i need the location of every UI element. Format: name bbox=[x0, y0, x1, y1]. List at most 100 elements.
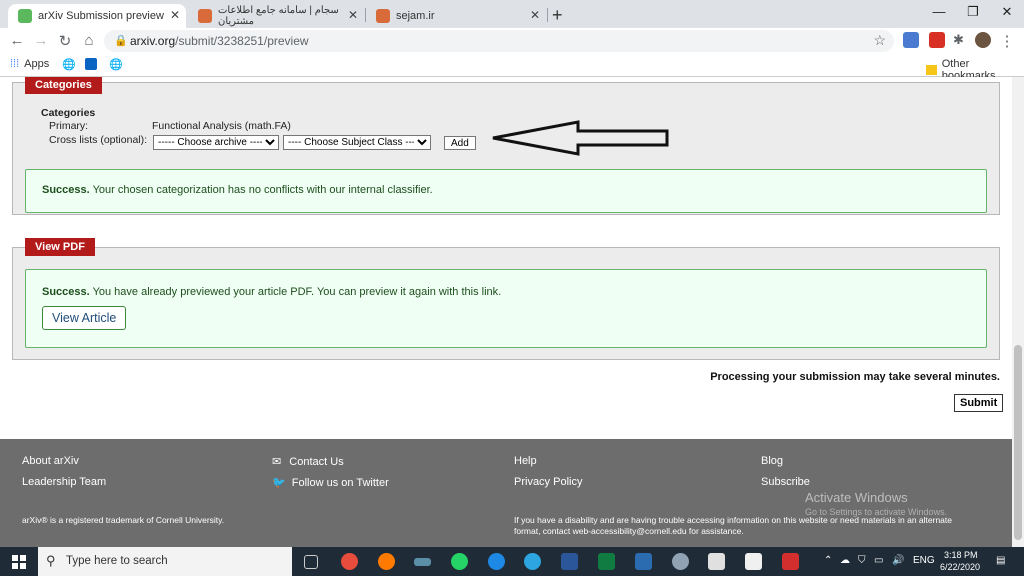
extension-mail-icon[interactable] bbox=[929, 32, 945, 48]
clock-date[interactable]: 6/22/2020 bbox=[940, 562, 980, 572]
tab-strip: arXiv Submission preview ✕ سجام | سامانه… bbox=[0, 0, 1024, 28]
word-icon[interactable] bbox=[561, 553, 578, 570]
close-window-icon[interactable]: ✕ bbox=[992, 4, 1022, 20]
bookmark-apps-label: Apps bbox=[24, 58, 50, 70]
taskbar-search-input[interactable]: ⚲ Type here to search bbox=[38, 547, 292, 576]
page-content: Categories Primary: Functional Analysis … bbox=[0, 77, 1012, 547]
defender-icon[interactable]: ⛉ bbox=[858, 555, 866, 566]
app-icon[interactable] bbox=[414, 558, 431, 566]
firefox-icon[interactable] bbox=[378, 553, 395, 570]
forward-icon[interactable]: → bbox=[32, 32, 50, 49]
address-bar[interactable]: 🔒 arxiv.org/submit/3238251/preview ☆ bbox=[104, 30, 894, 52]
network-icon[interactable]: ▭ bbox=[874, 555, 883, 566]
envelope-icon: ✉ bbox=[272, 456, 282, 468]
primary-value: Functional Analysis (math.FA) bbox=[152, 120, 291, 132]
cloud-icon[interactable]: ☁ bbox=[840, 555, 850, 566]
activate-windows-title: Activate Windows bbox=[805, 490, 908, 505]
tab-title: arXiv Submission preview bbox=[38, 10, 164, 22]
url-host: arxiv.org bbox=[130, 34, 176, 48]
home-icon[interactable]: ⌂ bbox=[80, 32, 98, 49]
footer-about-link[interactable]: About arXiv bbox=[22, 455, 79, 467]
footer-trademark: arXiv® is a registered trademark of Corn… bbox=[22, 515, 225, 525]
annotation-arrow-icon bbox=[492, 120, 669, 156]
site-footer: About arXiv Leadership Team ✉ Contact Us… bbox=[0, 439, 1012, 547]
footer-twitter-label: Follow us on Twitter bbox=[291, 477, 389, 489]
sejam-favicon-icon bbox=[198, 9, 212, 23]
new-tab-icon[interactable]: + bbox=[552, 5, 563, 26]
bookmark-apps[interactable]: ⁞⁞⁞ Apps bbox=[10, 58, 49, 70]
bookmarks-bar: ⁞⁞⁞ Apps 🌐 🌐 Other bookmarks bbox=[0, 54, 1024, 82]
footer-contact-label: Contact Us bbox=[289, 456, 344, 468]
footer-twitter-link[interactable]: 🐦 Follow us on Twitter bbox=[272, 476, 389, 489]
bookmark-outlook-icon[interactable] bbox=[85, 58, 97, 70]
tab-sejam[interactable]: sejam.ir ✕ bbox=[366, 4, 546, 28]
apps-grid-icon: ⁞⁞⁞ bbox=[10, 58, 20, 70]
volume-icon[interactable]: 🔊 bbox=[892, 555, 904, 566]
tab-sejam-fa[interactable]: سجام | سامانه جامع اطلاعات مشتریان ✕ bbox=[188, 4, 364, 28]
add-crosslist-button[interactable]: Add bbox=[444, 136, 476, 150]
telegram-icon[interactable] bbox=[524, 553, 541, 570]
arxiv-favicon-icon bbox=[18, 9, 32, 23]
chrome-icon[interactable] bbox=[341, 553, 358, 570]
shield-icon[interactable] bbox=[708, 553, 725, 570]
bookmark-globe-2-icon[interactable]: 🌐 bbox=[109, 58, 123, 71]
categories-success-message: Success. Your chosen categorization has … bbox=[42, 184, 433, 196]
subject-class-select[interactable]: ---- Choose Subject Class ---- bbox=[283, 135, 431, 150]
success-text: Your chosen categorization has no confli… bbox=[92, 184, 433, 196]
windows-start-icon[interactable] bbox=[12, 555, 26, 569]
success-strong: Success. bbox=[42, 184, 90, 196]
search-icon: ⚲ bbox=[46, 553, 56, 568]
avatar[interactable] bbox=[975, 32, 991, 48]
primary-label: Primary: bbox=[49, 120, 89, 132]
tab-separator bbox=[547, 8, 548, 22]
language-indicator[interactable]: ENG bbox=[913, 555, 935, 566]
browser-app-icon[interactable] bbox=[488, 553, 505, 570]
document-app-icon[interactable] bbox=[745, 553, 762, 570]
restore-icon[interactable]: ❐ bbox=[958, 4, 988, 20]
twitter-icon: 🐦 bbox=[272, 477, 286, 489]
task-view-icon[interactable] bbox=[304, 555, 318, 569]
pdf-success-box: Success. You have already previewed your… bbox=[25, 269, 987, 348]
extensions-puzzle-icon[interactable]: ✱ bbox=[953, 32, 969, 48]
extension-profile-icon[interactable] bbox=[903, 32, 919, 48]
minimize-icon[interactable]: — bbox=[924, 4, 954, 19]
footer-subscribe-link[interactable]: Subscribe bbox=[761, 476, 810, 488]
success-text: You have already previewed your article … bbox=[92, 286, 502, 298]
submit-button[interactable]: Submit bbox=[954, 394, 1004, 412]
view-pdf-section: Success. You have already previewed your… bbox=[12, 247, 1000, 360]
tray-chevron-icon[interactable]: ⌃ bbox=[824, 555, 832, 566]
page-scrollbar[interactable] bbox=[1012, 77, 1024, 547]
footer-privacy-link[interactable]: Privacy Policy bbox=[514, 476, 582, 488]
notifications-icon[interactable]: ▤ bbox=[996, 555, 1005, 566]
close-tab-icon[interactable]: ✕ bbox=[530, 8, 540, 22]
footer-contact-link[interactable]: ✉ Contact Us bbox=[272, 455, 344, 468]
archive-select[interactable]: ----- Choose archive ----- bbox=[153, 135, 279, 150]
network-app-icon[interactable] bbox=[635, 553, 652, 570]
scrollbar-thumb[interactable] bbox=[1014, 345, 1022, 540]
acrobat-icon[interactable] bbox=[782, 553, 799, 570]
footer-accessibility-line2: format, contact web-accessibility@cornel… bbox=[514, 526, 744, 536]
categories-success-box: Success. Your chosen categorization has … bbox=[25, 169, 987, 213]
footer-help-link[interactable]: Help bbox=[514, 455, 537, 467]
clock-time[interactable]: 3:18 PM bbox=[944, 550, 978, 560]
reload-icon[interactable]: ↻ bbox=[56, 32, 74, 50]
search-placeholder: Type here to search bbox=[66, 555, 168, 567]
back-icon[interactable]: ← bbox=[8, 32, 26, 49]
bookmark-star-icon[interactable]: ☆ bbox=[873, 32, 886, 49]
menu-kebab-icon[interactable]: ⋮ bbox=[998, 32, 1016, 50]
bookmark-globe-1-icon[interactable]: 🌐 bbox=[62, 58, 76, 71]
tab-arxiv[interactable]: arXiv Submission preview ✕ bbox=[8, 4, 186, 28]
app-icon[interactable] bbox=[672, 553, 689, 570]
view-pdf-legend: View PDF bbox=[25, 238, 95, 256]
folder-icon bbox=[926, 65, 937, 75]
excel-icon[interactable] bbox=[598, 553, 615, 570]
footer-leadership-link[interactable]: Leadership Team bbox=[22, 476, 106, 488]
categories-legend: Categories bbox=[25, 77, 102, 94]
success-strong: Success. bbox=[42, 286, 90, 298]
whatsapp-icon[interactable] bbox=[451, 553, 468, 570]
footer-blog-link[interactable]: Blog bbox=[761, 455, 783, 467]
close-tab-icon[interactable]: ✕ bbox=[348, 8, 358, 22]
pdf-success-message: Success. You have already previewed your… bbox=[42, 286, 501, 298]
close-tab-icon[interactable]: ✕ bbox=[170, 8, 180, 22]
view-article-button[interactable]: View Article bbox=[42, 306, 127, 330]
